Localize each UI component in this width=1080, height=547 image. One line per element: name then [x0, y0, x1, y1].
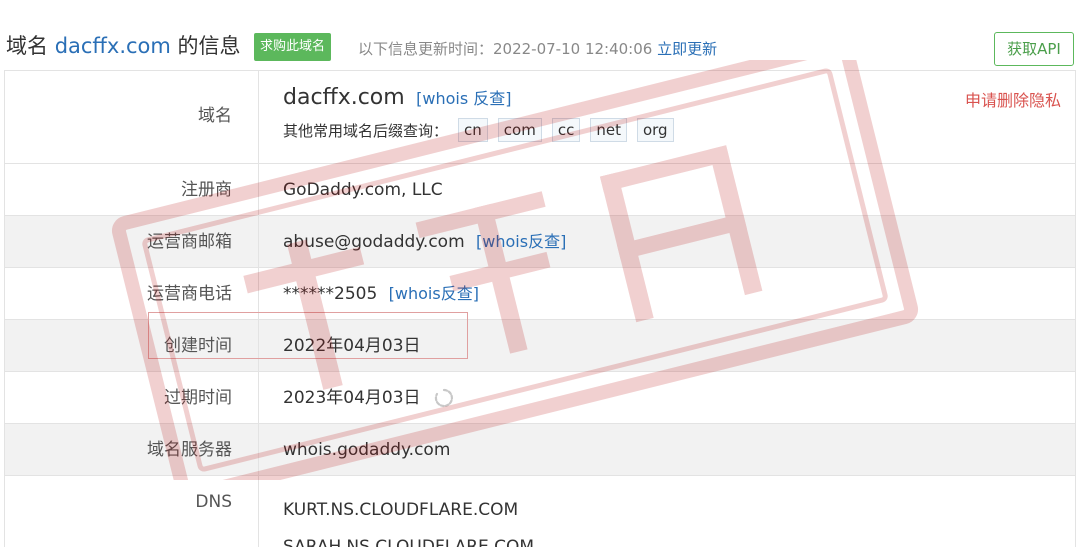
table-row-registrar: 注册商 GoDaddy.com, LLC — [5, 164, 1075, 216]
row-value: KURT.NS.CLOUDFLARE.COM SARAH.NS.CLOUDFLA… — [259, 476, 1075, 547]
table-row-domain: 域名 dacffx.com [whois 反查] 其他常用域名后缀查询： cn … — [5, 71, 1075, 164]
row-value: GoDaddy.com, LLC — [283, 180, 443, 200]
suffix-net[interactable]: net — [590, 118, 627, 142]
suffix-query-label: 其他常用域名后缀查询： — [283, 121, 449, 140]
suffix-com[interactable]: com — [497, 118, 542, 142]
delete-privacy-link[interactable]: 申请删除隐私 — [965, 87, 1061, 111]
row-value: 2023年04月03日 — [259, 372, 1075, 423]
row-value: whois.godaddy.com — [283, 440, 451, 460]
buy-domain-button[interactable]: 求购此域名 — [254, 33, 332, 61]
row-label: 创建时间 — [5, 320, 259, 371]
row-label: 运营商电话 — [5, 268, 259, 319]
row-label: 域名 — [5, 71, 259, 163]
row-label: DNS — [5, 476, 259, 547]
suffix-org[interactable]: org — [636, 118, 674, 142]
whois-table: 域名 dacffx.com [whois 反查] 其他常用域名后缀查询： cn … — [4, 70, 1076, 547]
dns-server-2: SARAH.NS.CLOUDFLARE.COM — [283, 537, 535, 547]
phone-whois-link[interactable]: [whois反查] — [389, 284, 479, 303]
phone-value: ******2505 — [283, 284, 378, 304]
suffix-query: 其他常用域名后缀查询： cn com cc net org — [283, 118, 1075, 142]
table-row-whois-server: 域名服务器 whois.godaddy.com — [5, 424, 1075, 476]
title-domain: dacffx.com — [54, 34, 171, 58]
table-row-phone: 运营商电话 ******2505 [whois反查] — [5, 268, 1075, 320]
table-row-email: 运营商邮箱 abuse@godaddy.com [whois反查] — [5, 216, 1075, 268]
row-label: 过期时间 — [5, 372, 259, 423]
domain-value: dacffx.com — [283, 85, 405, 110]
get-api-button[interactable]: 获取API — [994, 32, 1074, 66]
dns-server-1: KURT.NS.CLOUDFLARE.COM — [283, 500, 519, 520]
update-info: 以下信息更新时间：2022-07-10 12:40:06 立即更新 — [358, 38, 717, 59]
email-whois-link[interactable]: [whois反查] — [476, 232, 566, 251]
table-row-created: 创建时间 2022年04月03日 — [5, 320, 1075, 372]
row-label: 运营商邮箱 — [5, 216, 259, 267]
update-time-text: 以下信息更新时间：2022-07-10 12:40:06 — [358, 40, 653, 58]
row-value: 2022年04月03日 — [283, 336, 421, 356]
refresh-spinner-icon — [434, 388, 453, 408]
table-row-dns: DNS KURT.NS.CLOUDFLARE.COM SARAH.NS.CLOU… — [5, 476, 1075, 547]
suffix-cc[interactable]: cc — [551, 118, 581, 142]
email-value: abuse@godaddy.com — [283, 232, 465, 252]
row-value: ******2505 [whois反查] — [259, 268, 1075, 319]
page-title: 域名 dacffx.com 的信息 — [6, 30, 241, 60]
whois-lookup-link[interactable]: [whois 反查] — [416, 89, 511, 108]
title-suffix: 的信息 — [170, 34, 241, 58]
page-header: 域名 dacffx.com 的信息 求购此域名 以下信息更新时间：2022-07… — [0, 0, 1080, 70]
row-value: dacffx.com [whois 反查] 其他常用域名后缀查询： cn com… — [259, 71, 1075, 163]
suffix-cn[interactable]: cn — [458, 118, 488, 142]
row-label: 注册商 — [5, 164, 259, 215]
table-row-expires: 过期时间 2023年04月03日 — [5, 372, 1075, 424]
expires-value: 2023年04月03日 — [283, 388, 421, 408]
update-now-link[interactable]: 立即更新 — [657, 40, 717, 58]
row-label: 域名服务器 — [5, 424, 259, 475]
row-value: abuse@godaddy.com [whois反查] — [259, 216, 1075, 267]
title-prefix: 域名 — [6, 34, 55, 58]
